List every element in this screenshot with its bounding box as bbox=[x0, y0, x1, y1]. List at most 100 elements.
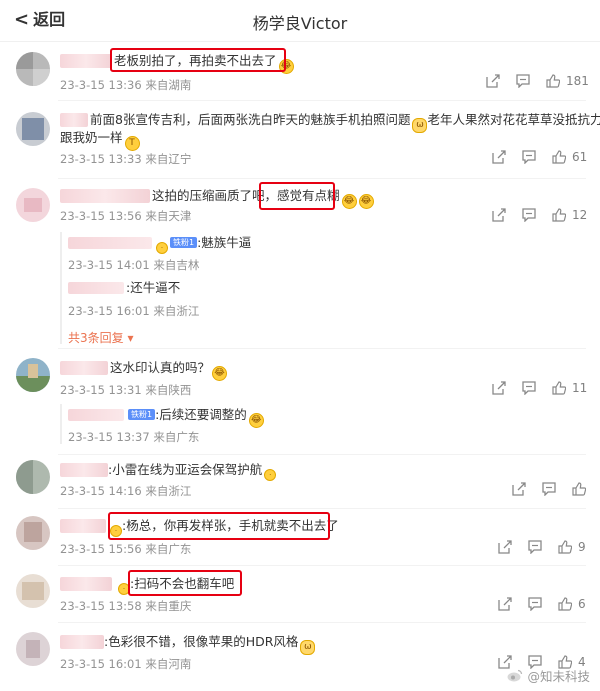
share-button[interactable] bbox=[492, 150, 506, 164]
thumbs-up-icon bbox=[552, 208, 566, 222]
user-name[interactable] bbox=[60, 54, 112, 68]
reply-thread-bar bbox=[60, 232, 62, 344]
more-replies-link[interactable]: 共3条回复 ▾ bbox=[68, 329, 133, 346]
avatar[interactable] bbox=[16, 358, 50, 392]
weibo-logo-icon bbox=[507, 669, 523, 682]
avatar[interactable] bbox=[16, 112, 50, 146]
reply-button[interactable] bbox=[516, 74, 530, 88]
comment-meta: 23-3-15 13:36 来自湖南 bbox=[60, 78, 192, 92]
divider bbox=[58, 100, 586, 101]
fan-badge: 铁粉1 bbox=[128, 409, 156, 420]
comment-text-line2: 跟我奶一样 T bbox=[60, 130, 140, 151]
divider bbox=[58, 348, 586, 349]
reply-text: 铁粉1:后续还要调整的 😂 bbox=[126, 407, 264, 428]
reply-meta: 23-3-15 13:37 来自广东 bbox=[68, 430, 200, 444]
comment-meta: 23-3-15 13:58 来自重庆 bbox=[60, 599, 192, 613]
avatar[interactable] bbox=[16, 516, 50, 550]
divider bbox=[58, 622, 586, 623]
reply-button[interactable] bbox=[522, 381, 536, 395]
emoji-icon: · bbox=[156, 242, 168, 254]
cry-emoji-icon: T bbox=[124, 136, 140, 151]
divider bbox=[58, 565, 586, 566]
comment-item: :小雷在线为亚运会保驾护航 · 23-3-15 14:16 来自浙江 bbox=[0, 456, 600, 506]
fan-badge: 铁粉1 bbox=[170, 237, 198, 248]
user-name[interactable] bbox=[60, 577, 112, 591]
reply-text: :还牛逼不 bbox=[126, 280, 181, 295]
reply-user-name[interactable] bbox=[68, 282, 124, 294]
like-button[interactable]: 6 bbox=[558, 597, 586, 611]
comment-icon bbox=[522, 208, 536, 222]
like-count: 9 bbox=[578, 540, 586, 554]
reply-meta: 23-3-15 16:01 来自浙江 bbox=[68, 304, 200, 318]
reply-button[interactable] bbox=[528, 597, 542, 611]
comment-meta: 23-3-15 16:01 来自河南 bbox=[60, 657, 192, 671]
user-name[interactable] bbox=[60, 361, 108, 375]
cat-emoji-icon: ω bbox=[412, 118, 428, 133]
reply-text: ·铁粉1:魅族牛逼 bbox=[154, 235, 251, 254]
divider bbox=[58, 508, 586, 509]
laugh-cry-emoji-icon: 😂 bbox=[341, 194, 357, 209]
like-button[interactable]: 61 bbox=[552, 150, 587, 164]
comment-item: 老板别拍了，再拍卖不出去了 😂 23-3-15 13:36 来自湖南 181 bbox=[0, 44, 600, 96]
watermark-text: @知未科技 bbox=[527, 669, 590, 684]
share-button[interactable] bbox=[498, 597, 512, 611]
share-button[interactable] bbox=[492, 381, 506, 395]
reply-user-name[interactable] bbox=[68, 237, 152, 249]
comment-item: ·:杨总，你再发样张，手机就卖不出去了 23-3-15 15:56 来自广东 9 bbox=[0, 510, 600, 562]
comment-icon bbox=[522, 150, 536, 164]
laugh-cry-emoji-icon: 😂 bbox=[248, 413, 264, 428]
laugh-cry-emoji-icon: 😂 bbox=[358, 194, 374, 209]
comment-item: ·:扫码不会也翻车吧 23-3-15 13:58 来自重庆 6 bbox=[0, 568, 600, 620]
like-button[interactable]: 12 bbox=[552, 208, 587, 222]
reply-button[interactable] bbox=[522, 208, 536, 222]
share-button[interactable] bbox=[512, 482, 526, 496]
avatar[interactable] bbox=[16, 632, 50, 666]
thumbs-up-icon bbox=[558, 597, 572, 611]
comment-meta: 23-3-15 13:56 来自天津 bbox=[60, 209, 192, 223]
user-name[interactable] bbox=[60, 113, 88, 127]
watermark: @知未科技 bbox=[507, 666, 590, 685]
highlight-box bbox=[259, 182, 335, 210]
divider bbox=[58, 178, 586, 179]
avatar[interactable] bbox=[16, 52, 50, 86]
emoji-icon: · bbox=[264, 469, 277, 481]
share-icon bbox=[498, 597, 512, 611]
highlight-box bbox=[108, 512, 330, 540]
comment-text: :色彩很不错，很像苹果的HDR风格 ω bbox=[104, 634, 316, 655]
comment-meta: 23-3-15 13:33 来自辽宁 bbox=[60, 152, 192, 166]
like-count: 12 bbox=[572, 208, 588, 222]
like-button[interactable]: 181 bbox=[546, 74, 589, 88]
reply-button[interactable] bbox=[528, 540, 542, 554]
reply-button[interactable] bbox=[522, 150, 536, 164]
comment-item: 这水印认真的吗？ 😂 23-3-15 13:31 来自陕西 11 铁粉1:后续还要… bbox=[0, 352, 600, 452]
like-count: 181 bbox=[566, 74, 589, 88]
user-name[interactable] bbox=[60, 463, 108, 477]
highlight-box bbox=[110, 48, 286, 72]
user-name[interactable] bbox=[60, 189, 150, 203]
user-name[interactable] bbox=[60, 519, 106, 533]
avatar[interactable] bbox=[16, 460, 50, 494]
like-button[interactable]: 9 bbox=[558, 540, 586, 554]
comment-meta: 23-3-15 14:16 来自浙江 bbox=[60, 484, 192, 498]
like-button[interactable] bbox=[572, 482, 586, 496]
reply-button[interactable] bbox=[542, 482, 556, 496]
comment-icon bbox=[522, 381, 536, 395]
like-button[interactable]: 11 bbox=[552, 381, 587, 395]
comment-icon bbox=[528, 540, 542, 554]
thumbs-up-icon bbox=[558, 540, 572, 554]
comment-item: 前面8张宣传吉利，后面两张洗白昨天的魅族手机拍照问题 ω 老年人果然对花花草草没抵抗… bbox=[0, 104, 600, 176]
share-button[interactable] bbox=[498, 540, 512, 554]
share-button[interactable] bbox=[486, 74, 500, 88]
comment-text: 前面8张宣传吉利，后面两张洗白昨天的魅族手机拍照问题 ω 老年人果然对花花草草没抵抗… bbox=[90, 112, 600, 133]
user-name[interactable] bbox=[60, 635, 104, 649]
share-button[interactable] bbox=[492, 208, 506, 222]
reply-user-name[interactable] bbox=[68, 409, 124, 421]
share-icon bbox=[492, 150, 506, 164]
share-icon bbox=[486, 74, 500, 88]
reply-thread-bar bbox=[60, 404, 62, 444]
laugh-cry-emoji-icon: 😂 bbox=[212, 366, 228, 381]
avatar[interactable] bbox=[16, 188, 50, 222]
like-count: 61 bbox=[572, 150, 588, 164]
avatar[interactable] bbox=[16, 574, 50, 608]
divider bbox=[58, 454, 586, 455]
